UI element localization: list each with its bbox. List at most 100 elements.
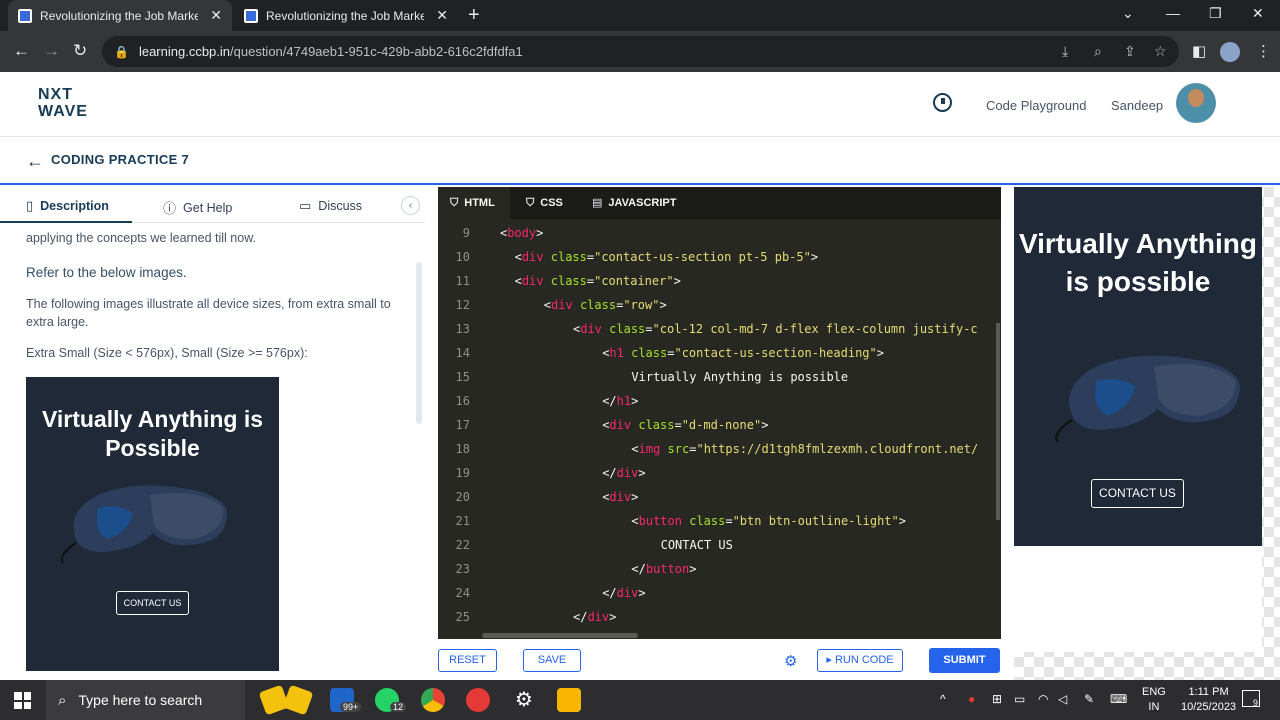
tab-description[interactable]: ▯ Description xyxy=(26,198,109,214)
preview-contact-button: CONTACT US xyxy=(116,591,189,615)
maximize-icon[interactable]: ❐ xyxy=(1209,5,1222,22)
back-arrow-icon[interactable]: ← xyxy=(26,151,44,172)
settings-gear-icon[interactable]: ⚙ xyxy=(784,652,797,670)
tab-search-icon[interactable]: ⌄ xyxy=(1122,5,1134,22)
tab-html[interactable]: ⛉ HTML xyxy=(438,187,510,219)
code-line[interactable]: <div class="container"> xyxy=(515,269,681,293)
share-icon[interactable]: ⇪ xyxy=(1124,43,1136,60)
code-line[interactable]: <div class="contact-us-section pt-5 pb-5… xyxy=(515,245,819,269)
code-line[interactable]: </h1> xyxy=(602,389,638,413)
nxtwave-logo[interactable]: NXT WAVE xyxy=(38,86,88,120)
browser-tab[interactable]: Revolutionizing the Job Market | N ✕ xyxy=(234,0,458,31)
settings-icon[interactable]: ⚙ xyxy=(512,688,536,712)
sidebar-icon[interactable]: ◧ xyxy=(1192,42,1206,60)
forward-icon[interactable]: → xyxy=(43,41,60,61)
collapse-panel-icon[interactable]: ‹ xyxy=(401,196,420,215)
vr-headset-image xyxy=(60,485,228,563)
save-button[interactable]: SAVE xyxy=(523,649,581,672)
search-icon: ⌕ xyxy=(58,691,67,709)
code-line[interactable]: <div class="d-md-none"> xyxy=(602,413,768,437)
editor-vertical-scrollbar[interactable] xyxy=(996,323,1000,520)
reset-button[interactable]: RESET xyxy=(438,649,497,672)
browser-tab-active[interactable]: Revolutionizing the Job Market | N ✕ xyxy=(8,0,232,31)
code-line[interactable]: <body> xyxy=(500,221,543,245)
tab-get-help[interactable]: ⓘ Get Help xyxy=(163,198,232,217)
editor-horizontal-scrollbar[interactable] xyxy=(482,633,638,638)
menu-kebab-icon[interactable]: ⋮ xyxy=(1256,42,1271,60)
tab-description-label: Description xyxy=(40,199,109,213)
submit-button[interactable]: SUBMIT xyxy=(929,648,1000,673)
editor-tabs: ⛉ HTML ⛉ CSS ▤ JAVASCRIPT xyxy=(438,187,1001,219)
code-line[interactable]: CONTACT US xyxy=(661,533,733,557)
preview-heading: Virtually Anything is Possible xyxy=(41,406,264,461)
code-playground-link[interactable]: Code Playground xyxy=(986,98,1086,113)
run-code-label: RUN CODE xyxy=(834,654,894,666)
bookmark-star-icon[interactable]: ☆ xyxy=(1154,43,1167,60)
tab-discuss[interactable]: ▭ Discuss xyxy=(299,198,362,214)
windows-start-icon[interactable] xyxy=(14,692,31,709)
back-icon[interactable]: ← xyxy=(13,41,30,61)
browser-tab-title: Revolutionizing the Job Market | N xyxy=(40,8,199,23)
chat-icon: ▭ xyxy=(299,198,312,213)
taskbar-clock[interactable]: 1:11 PM 10/25/2023 xyxy=(1181,685,1236,715)
code-line[interactable]: <div class="row"> xyxy=(544,293,667,317)
wifi-icon[interactable]: ◠ xyxy=(1038,692,1048,706)
widget-icon[interactable] xyxy=(282,684,314,716)
code-line[interactable]: </div> xyxy=(602,461,645,485)
new-tab-icon[interactable]: + xyxy=(468,4,480,27)
profile-avatar[interactable] xyxy=(1220,42,1240,62)
minimize-icon[interactable]: — xyxy=(1166,5,1180,21)
close-window-icon[interactable]: ✕ xyxy=(1252,5,1264,22)
code-area[interactable]: <body> <div class="contact-us-section pt-… xyxy=(500,219,1000,639)
keyboard-icon[interactable]: ⌨ xyxy=(1110,692,1127,706)
language-indicator[interactable]: ENG IN xyxy=(1142,685,1166,715)
windows-taskbar: ⌕ Type here to search 99+ 12 ⚙ ^ ● ⊞ ▭ ◠… xyxy=(0,680,1280,720)
code-line[interactable]: </div> xyxy=(573,605,616,629)
record-icon[interactable]: ● xyxy=(968,692,975,706)
pen-icon[interactable]: ✎ xyxy=(1084,692,1094,706)
code-line[interactable]: <div> xyxy=(602,485,638,509)
notification-icon[interactable]: 9 xyxy=(1242,690,1260,708)
code-line[interactable]: <h1 class="contact-us-section-heading"> xyxy=(602,341,884,365)
install-icon[interactable]: ⤓ xyxy=(1062,43,1068,60)
panel-scrollbar[interactable] xyxy=(416,262,422,424)
tray-overflow-icon[interactable]: ^ xyxy=(940,692,946,706)
user-avatar[interactable] xyxy=(1176,83,1216,123)
code-line[interactable]: <img src="https://d1tgh8fmlzexmh.cloudfr… xyxy=(631,437,978,461)
line-number: 18 xyxy=(455,442,470,456)
practice-bar: ← CODING PRACTICE 7 xyxy=(0,137,1280,185)
tab-javascript[interactable]: ▤ JAVASCRIPT xyxy=(580,187,690,219)
chrome-icon[interactable] xyxy=(421,688,445,712)
close-tab-icon[interactable]: ✕ xyxy=(436,7,448,24)
output-vr-headset-image xyxy=(1055,355,1240,442)
stopwatch-icon[interactable] xyxy=(933,93,952,112)
taskbar-search[interactable]: ⌕ Type here to search xyxy=(46,680,245,720)
close-tab-icon[interactable]: ✕ xyxy=(210,7,222,24)
reference-image: Virtually Anything is Possible CONTACT U… xyxy=(26,377,279,671)
practice-title: CODING PRACTICE 7 xyxy=(51,152,190,167)
code-line[interactable]: </button> xyxy=(631,557,696,581)
volume-icon[interactable]: ◁ xyxy=(1058,692,1067,706)
code-editor[interactable]: ⛉ HTML ⛉ CSS ▤ JAVASCRIPT 9 10 11 12 13 14 15 16 17… xyxy=(438,187,1001,639)
code-line[interactable]: <button class="btn btn-outline-light"> xyxy=(631,509,906,533)
tab-css[interactable]: ⛉ CSS xyxy=(514,187,580,219)
user-name[interactable]: Sandeep xyxy=(1111,98,1163,113)
code-line[interactable]: Virtually Anything is possible xyxy=(631,365,848,389)
code-line[interactable]: <div class="col-12 col-md-7 d-flex flex-… xyxy=(573,317,978,341)
run-code-button[interactable]: ▸ RUN CODE xyxy=(817,649,903,672)
language-code: ENG xyxy=(1142,686,1166,698)
battery-icon[interactable]: ▭ xyxy=(1014,692,1025,706)
reload-icon[interactable]: ↻ xyxy=(73,41,87,61)
output-contact-button[interactable]: CONTACT US xyxy=(1091,479,1184,508)
file-explorer-icon[interactable] xyxy=(557,688,581,712)
tab-css-label: CSS xyxy=(540,197,563,209)
zoom-icon[interactable]: ⌕ xyxy=(1094,43,1102,60)
meet-icon[interactable]: ⊞ xyxy=(992,692,1002,706)
tab-html-label: HTML xyxy=(464,197,495,209)
clock-date: 10/25/2023 xyxy=(1181,701,1237,713)
code-line[interactable]: </div> xyxy=(602,581,645,605)
refer-heading: Refer to the below images. xyxy=(26,265,187,280)
address-bar[interactable]: 🔒 learning.ccbp.in/question/4749aeb1-951… xyxy=(102,36,1179,67)
line-number: 21 xyxy=(455,514,470,528)
recorder-icon[interactable] xyxy=(466,688,490,712)
